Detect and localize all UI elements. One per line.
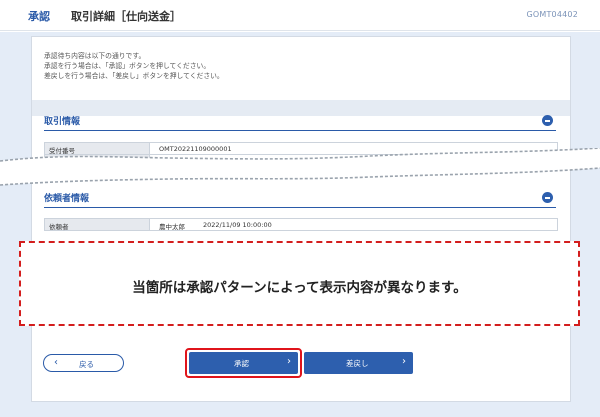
top-header: 承認 取引詳細［仕向送金］ GOMT04402 — [0, 0, 600, 31]
intro-text: 承認待ち内容は以下の通りです。 承認を行う場合は、「承認」ボタンを押してください… — [44, 51, 224, 82]
requested-at: 2022/11/09 10:00:00 — [203, 221, 272, 229]
back-button[interactable]: ‹ 戻る — [43, 354, 124, 372]
torn-page-separator — [0, 148, 600, 186]
reject-button[interactable]: 差戻し › — [304, 352, 413, 374]
page-title: 取引詳細［仕向送金］ — [71, 10, 181, 23]
collapse-transaction-info-icon[interactable] — [542, 115, 553, 126]
approve-button-label: 承認 — [234, 359, 249, 368]
transaction-info-underline — [44, 130, 556, 131]
chevron-right-icon: › — [402, 356, 406, 367]
requester-label: 依頼者 — [45, 219, 150, 231]
approve-button[interactable]: 承認 › — [189, 352, 298, 374]
requester-name: 農中太郎 — [159, 223, 185, 231]
requester-info-underline — [44, 207, 556, 208]
pattern-notice-box: 当箇所は承認パターンによって表示内容が異なります。 — [19, 241, 580, 326]
header-tab-approval[interactable]: 承認 — [28, 8, 50, 24]
requester-info-title: 依頼者情報 — [44, 194, 90, 204]
collapse-requester-info-icon[interactable] — [542, 192, 553, 203]
chevron-right-icon: › — [287, 356, 291, 367]
intro-line-3: 差戻しを行う場合は、「差戻し」ボタンを押してください。 — [44, 72, 224, 81]
screen-code: GOMT04402 — [526, 10, 578, 19]
back-button-label: 戻る — [79, 360, 94, 369]
transaction-info-title: 取引情報 — [44, 117, 81, 127]
requester-row: 依頼者 農中太郎 2022/11/09 10:00:00 — [44, 218, 558, 231]
intro-line-2: 承認を行う場合は、「承認」ボタンを押してください。 — [44, 62, 211, 71]
main-panel: 承認待ち内容は以下の通りです。 承認を行う場合は、「承認」ボタンを押してください… — [31, 36, 571, 402]
chevron-left-icon: ‹ — [54, 357, 58, 368]
intro-line-1: 承認待ち内容は以下の通りです。 — [44, 52, 146, 60]
pattern-notice-text: 当箇所は承認パターンによって表示内容が異なります。 — [132, 280, 467, 296]
reject-button-label: 差戻し — [346, 359, 369, 368]
section-divider-bar — [32, 100, 570, 116]
